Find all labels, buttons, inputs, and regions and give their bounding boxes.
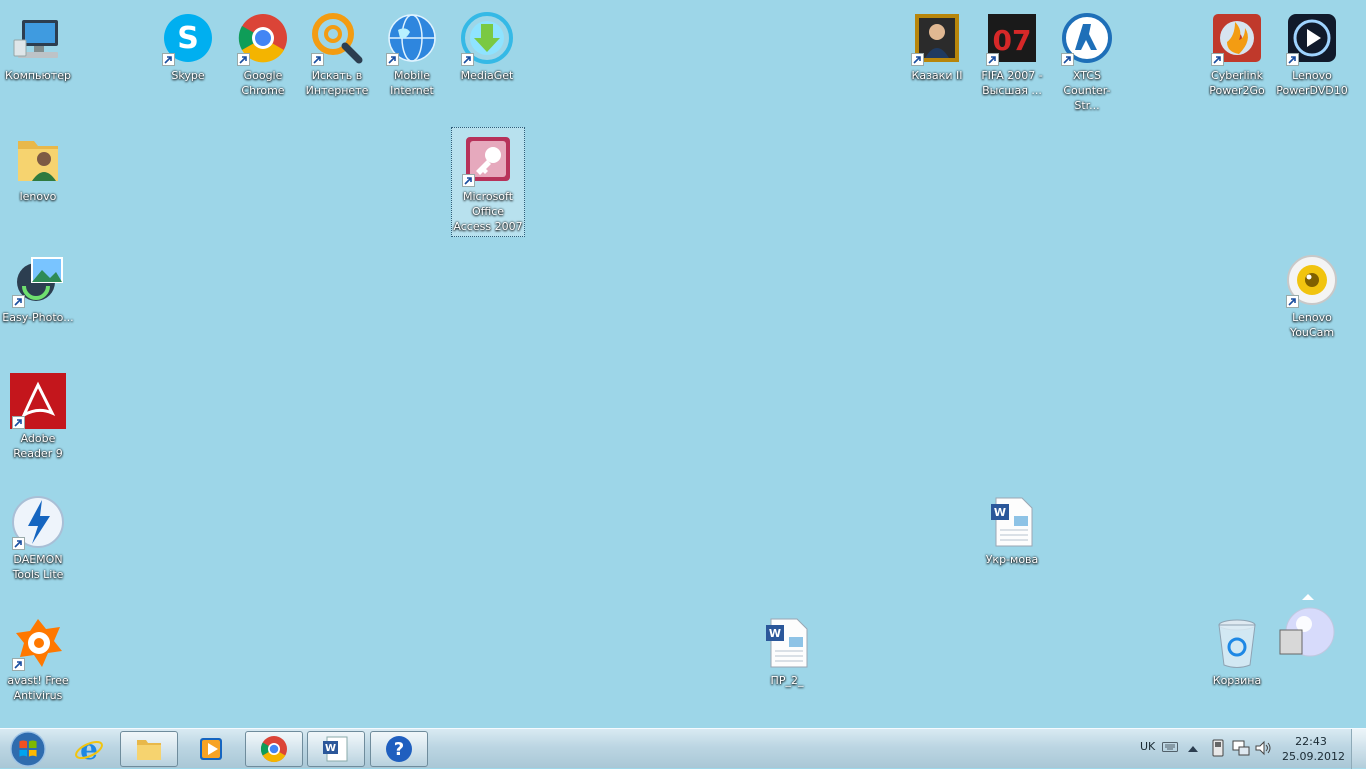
windows-logo-icon [10,731,46,767]
taskbar-explorer[interactable] [120,731,178,767]
media-player-icon [200,738,222,760]
desktop-icon-label: Lenovo YouCam [1289,311,1335,339]
shortcut-arrow-icon [386,53,399,66]
taskbar-help[interactable]: ? [370,731,428,767]
taskbar-word[interactable]: W [307,731,365,767]
shortcut-arrow-icon [1061,53,1074,66]
folder-icon [137,740,161,760]
network-icon[interactable] [1232,739,1250,760]
desktop-icon-daemon-tools[interactable]: DAEMON Tools Lite [1,490,75,582]
svg-text:?: ? [394,739,404,760]
start-button[interactable] [2,730,54,768]
clock[interactable]: 22:43 25.09.2012 [1282,734,1345,764]
desktop-icon-label: lenovo [19,190,57,203]
keyboard-icon[interactable] [1162,741,1178,756]
desktop-icon-mobile-internet[interactable]: Mobile Internet [375,6,449,98]
desktop-icon-label: Казаки II [911,69,963,82]
shortcut-arrow-icon [12,658,25,671]
desktop-icon-counter-strike[interactable]: XTCS Counter-Str... [1050,6,1124,113]
word-document-icon: W [991,497,1033,547]
desktop[interactable]: Компьютер S Skype Google Chrome Искать в… [0,0,1366,728]
shortcut-arrow-icon [311,53,324,66]
shortcut-arrow-icon [1286,295,1299,308]
desktop-icon-label: Укр-мова [985,553,1039,566]
usb-device-icon[interactable] [1210,739,1226,760]
taskbar: e W ? UK 22:43 25.09.2012 [0,728,1366,769]
shortcut-arrow-icon [462,174,475,187]
taskbar-internet-explorer[interactable]: e [60,731,118,767]
shortcut-arrow-icon [461,53,474,66]
shortcut-arrow-icon [162,53,175,66]
desktop-icon-label: Adobe Reader 9 [13,432,63,460]
volume-icon[interactable] [1254,739,1272,760]
shortcut-arrow-icon [1211,53,1224,66]
svg-text:e: e [80,734,98,764]
shortcut-arrow-icon [986,53,999,66]
desktop-icon-label: Искать в Интернете [305,69,369,97]
shortcut-arrow-icon [911,53,924,66]
help-icon: ? [386,736,412,762]
desktop-icon-label: Google Chrome [241,69,285,97]
chrome-icon [260,736,287,763]
desktop-icon-label: Skype [171,69,205,82]
svg-text:W: W [769,627,781,640]
gadget-orb-icon [1279,594,1335,657]
taskbar-media-player[interactable] [182,731,240,767]
desktop-icon-ukr-mova-doc[interactable]: W Укр-мова [975,490,1049,567]
desktop-icon-adobe-reader[interactable]: Adobe Reader 9 [1,369,75,461]
clock-date: 25.09.2012 [1282,750,1345,763]
svg-text:W: W [994,506,1006,519]
desktop-icon-label: MediaGet [460,69,514,82]
word-icon: W [323,736,348,762]
clock-time: 22:43 [1295,735,1327,748]
desktop-icon-label: Корзина [1212,674,1262,687]
desktop-gadget[interactable] [1276,594,1336,664]
desktop-icon-pr2-doc[interactable]: W ПР_2_ [750,611,824,688]
recycle-bin-icon [1218,619,1256,668]
svg-text:W: W [325,743,336,754]
show-hidden-icons-icon[interactable] [1188,742,1198,755]
user-folder-icon [18,141,58,181]
desktop-icon-fifa2007[interactable]: 07 FIFA 2007 - Высшая ... [975,6,1049,98]
computer-icon [13,20,58,58]
desktop-icon-cossacks2[interactable]: Казаки II [900,6,974,83]
shortcut-arrow-icon [1286,53,1299,66]
desktop-icon-mediaget[interactable]: MediaGet [450,6,524,83]
desktop-icon-label: FIFA 2007 - Высшая ... [981,69,1043,97]
notification-area: UK 22:43 25.09.2012 [1126,729,1366,769]
desktop-icon-label: ПР_2_ [770,674,804,687]
shortcut-arrow-icon [237,53,250,66]
desktop-icon-label: Компьютер [5,69,71,82]
word-document-icon: W [766,618,808,668]
desktop-icon-youcam[interactable]: Lenovo YouCam [1275,248,1349,340]
desktop-icon-label: Microsoft Office Access 2007 [453,190,523,233]
desktop-icon-label: Lenovo PowerDVD10 [1276,69,1348,97]
shortcut-arrow-icon [12,295,25,308]
desktop-icon-avast[interactable]: avast! Free Antivirus [1,611,75,703]
svg-text:S: S [177,21,199,56]
desktop-icon-label: avast! Free Antivirus [7,674,69,702]
desktop-icon-label: Mobile Internet [390,69,434,97]
desktop-icon-label: XTCS Counter-Str... [1063,69,1111,112]
desktop-icon-chrome[interactable]: Google Chrome [226,6,300,98]
desktop-icon-skype[interactable]: S Skype [151,6,225,83]
desktop-icon-label: Cyberlink Power2Go [1209,69,1265,97]
language-indicator[interactable]: UK [1140,740,1155,753]
desktop-icon-powerdvd10[interactable]: Lenovo PowerDVD10 [1275,6,1349,98]
internet-explorer-icon: e [75,734,103,764]
desktop-icon-recycle-bin[interactable]: Корзина [1200,611,1274,688]
desktop-icon-access-2007[interactable]: Microsoft Office Access 2007 [451,127,525,237]
shortcut-arrow-icon [12,537,25,550]
shortcut-arrow-icon [12,416,25,429]
desktop-icon-label: Easy-Photo... [2,311,74,324]
desktop-icon-label: DAEMON Tools Lite [12,553,64,581]
show-desktop-button[interactable] [1351,729,1366,769]
taskbar-chrome[interactable] [245,731,303,767]
desktop-icon-computer[interactable]: Компьютер [1,6,75,83]
desktop-icon-easy-photo[interactable]: Easy-Photo... [1,248,75,325]
desktop-icon-user-folder[interactable]: lenovo [1,127,75,204]
desktop-icon-search-internet[interactable]: Искать в Интернете [300,6,374,98]
desktop-icon-power2go[interactable]: Cyberlink Power2Go [1200,6,1274,98]
